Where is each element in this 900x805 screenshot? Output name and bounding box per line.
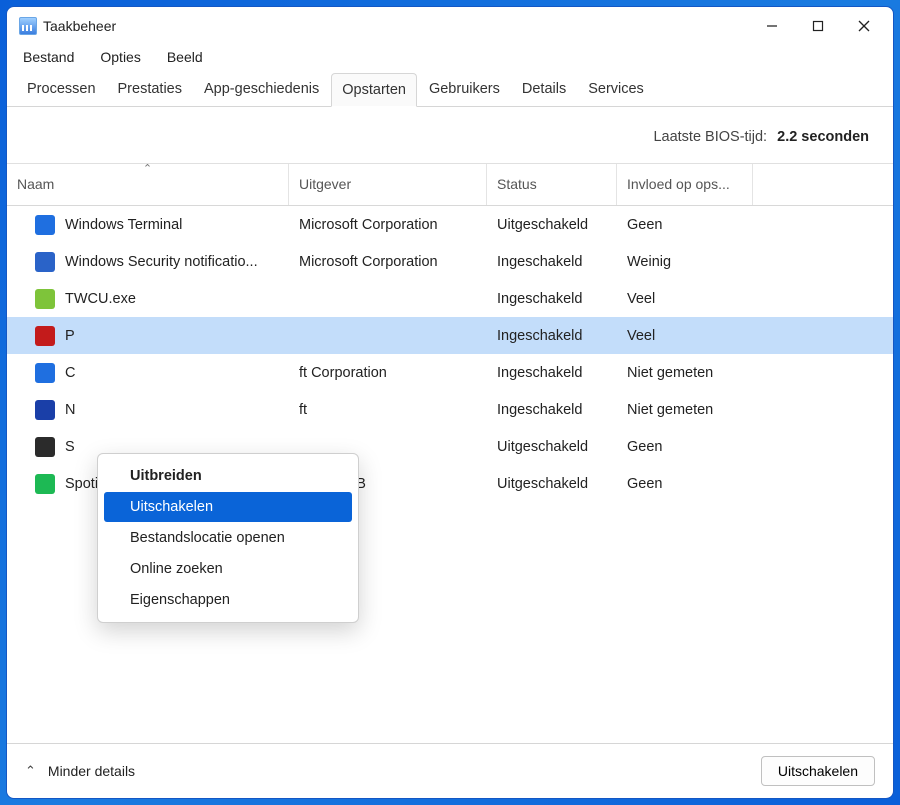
bios-label: Laatste BIOS-tijd: bbox=[653, 129, 767, 145]
cell-status: Ingeschakeld bbox=[487, 291, 617, 307]
row-name-label: Windows Terminal bbox=[65, 217, 182, 233]
row-name-label: TWCU.exe bbox=[65, 291, 136, 307]
cell-impact: Niet gemeten bbox=[617, 365, 777, 381]
close-button[interactable] bbox=[841, 10, 887, 42]
cell-name: Windows Terminal bbox=[7, 215, 289, 235]
chevron-up-icon: ⌃ bbox=[25, 763, 36, 779]
tab-processes[interactable]: Processen bbox=[17, 73, 106, 106]
cell-name: N bbox=[7, 400, 289, 420]
col-publisher[interactable]: Uitgever bbox=[289, 164, 487, 205]
menu-view[interactable]: Beeld bbox=[163, 47, 207, 67]
col-name[interactable]: ⌃ Naam bbox=[7, 164, 289, 205]
table-row[interactable]: NftIngeschakeldNiet gemeten bbox=[7, 391, 893, 428]
sort-caret-icon: ⌃ bbox=[143, 164, 152, 175]
cell-impact: Geen bbox=[617, 217, 777, 233]
cell-status: Ingeschakeld bbox=[487, 402, 617, 418]
cell-impact: Veel bbox=[617, 328, 777, 344]
cell-publisher: ft Corporation bbox=[289, 365, 487, 381]
row-name-label: N bbox=[65, 402, 75, 418]
table-header: ⌃ Naam Uitgever Status Invloed op ops... bbox=[7, 164, 893, 206]
bios-value: 2.2 seconden bbox=[777, 129, 869, 145]
table-row[interactable]: Windows Security notificatio... Microsoft… bbox=[7, 243, 893, 280]
col-status[interactable]: Status bbox=[487, 164, 617, 205]
tab-services[interactable]: Services bbox=[578, 73, 654, 106]
cell-publisher: Microsoft Corporation bbox=[289, 217, 487, 233]
row-name-label: P bbox=[65, 328, 75, 344]
menubar: Bestand Opties Beeld bbox=[7, 45, 893, 73]
cell-impact: Weinig bbox=[617, 254, 777, 270]
footer: ⌃ Minder details Uitschakelen bbox=[7, 743, 893, 798]
cell-impact: Geen bbox=[617, 476, 777, 492]
cell-name: Windows Security notificatio... bbox=[7, 252, 289, 272]
col-impact[interactable]: Invloed op ops... bbox=[617, 164, 753, 205]
tabs: Processen Prestaties App-geschiedenis Op… bbox=[7, 73, 893, 107]
context-menu-item[interactable]: Uitbreiden bbox=[104, 461, 352, 491]
app-row-icon bbox=[35, 289, 55, 309]
tab-performance[interactable]: Prestaties bbox=[108, 73, 192, 106]
col-name-label: Naam bbox=[17, 176, 54, 192]
context-menu-item[interactable]: Online zoeken bbox=[104, 554, 352, 584]
row-name-label: S bbox=[65, 439, 75, 455]
app-row-icon bbox=[35, 252, 55, 272]
content-area: Laatste BIOS-tijd: 2.2 seconden ⌃ Naam U… bbox=[7, 107, 893, 743]
app-row-icon bbox=[35, 215, 55, 235]
row-name-label: C bbox=[65, 365, 75, 381]
table-row[interactable]: Windows Terminal Microsoft CorporationUit… bbox=[7, 206, 893, 243]
minimize-button[interactable] bbox=[749, 10, 795, 42]
disable-button[interactable]: Uitschakelen bbox=[761, 756, 875, 786]
window-title: Taakbeheer bbox=[43, 18, 116, 34]
table-row[interactable]: TWCU.exe IngeschakeldVeel bbox=[7, 280, 893, 317]
cell-name: C bbox=[7, 363, 289, 383]
table-row[interactable]: P IngeschakeldVeel bbox=[7, 317, 893, 354]
menu-file[interactable]: Bestand bbox=[19, 47, 78, 67]
cell-name: P bbox=[7, 326, 289, 346]
cell-impact: Niet gemeten bbox=[617, 402, 777, 418]
row-name-label: Windows Security notificatio... bbox=[65, 254, 258, 270]
tab-details[interactable]: Details bbox=[512, 73, 576, 106]
cell-status: Ingeschakeld bbox=[487, 254, 617, 270]
cell-publisher: Microsoft Corporation bbox=[289, 254, 487, 270]
app-row-icon bbox=[35, 363, 55, 383]
context-menu-item[interactable]: Bestandslocatie openen bbox=[104, 523, 352, 553]
tab-users[interactable]: Gebruikers bbox=[419, 73, 510, 106]
app-row-icon bbox=[35, 474, 55, 494]
context-menu: UitbreidenUitschakelenBestandslocatie op… bbox=[97, 453, 359, 623]
cell-status: Ingeschakeld bbox=[487, 328, 617, 344]
cell-impact: Veel bbox=[617, 291, 777, 307]
context-menu-item[interactable]: Eigenschappen bbox=[104, 585, 352, 615]
app-icon bbox=[19, 17, 37, 35]
titlebar: Taakbeheer bbox=[7, 7, 893, 45]
task-manager-window: Taakbeheer Bestand Opties Beeld Processe… bbox=[6, 6, 894, 799]
maximize-button[interactable] bbox=[795, 10, 841, 42]
context-menu-item[interactable]: Uitschakelen bbox=[104, 492, 352, 522]
cell-publisher: ft bbox=[289, 402, 487, 418]
cell-name: TWCU.exe bbox=[7, 289, 289, 309]
cell-status: Uitgeschakeld bbox=[487, 217, 617, 233]
table-row[interactable]: Cft CorporationIngeschakeldNiet gemeten bbox=[7, 354, 893, 391]
cell-status: Uitgeschakeld bbox=[487, 439, 617, 455]
app-row-icon bbox=[35, 437, 55, 457]
cell-impact: Geen bbox=[617, 439, 777, 455]
fewer-details-link[interactable]: Minder details bbox=[48, 763, 135, 779]
bios-time-line: Laatste BIOS-tijd: 2.2 seconden bbox=[7, 107, 893, 163]
app-row-icon bbox=[35, 326, 55, 346]
tab-app-history[interactable]: App-geschiedenis bbox=[194, 73, 329, 106]
menu-options[interactable]: Opties bbox=[96, 47, 144, 67]
app-row-icon bbox=[35, 400, 55, 420]
cell-status: Ingeschakeld bbox=[487, 365, 617, 381]
cell-status: Uitgeschakeld bbox=[487, 476, 617, 492]
tab-startup[interactable]: Opstarten bbox=[331, 73, 417, 107]
